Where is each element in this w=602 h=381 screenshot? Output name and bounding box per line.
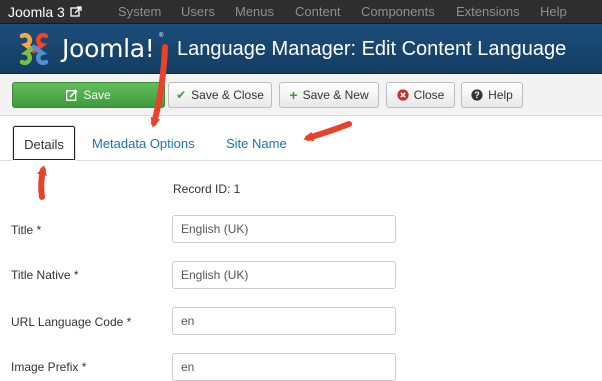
- site-brand-link[interactable]: Joomla 3: [8, 3, 82, 21]
- menu-system[interactable]: System: [118, 4, 161, 19]
- close-button[interactable]: Close: [386, 82, 455, 108]
- tab-bar: Details Metadata Options Site Name: [0, 116, 602, 161]
- checkmark-icon: ✔: [176, 88, 187, 102]
- menu-menus[interactable]: Menus: [235, 4, 274, 19]
- title-label: Title *: [11, 223, 42, 237]
- admin-menu-bar: Joomla 3 System Users Menus Content Comp…: [0, 0, 602, 24]
- save-new-button[interactable]: + Save & New: [279, 82, 379, 108]
- joomla-logo-icon: [19, 32, 49, 66]
- tab-site-name[interactable]: Site Name: [226, 125, 287, 161]
- logo-wordmark: Joomla!: [62, 34, 155, 63]
- close-circle-icon: [397, 89, 409, 101]
- title-native-input[interactable]: [172, 261, 396, 289]
- record-id: Record ID: 1: [173, 182, 241, 196]
- menu-users[interactable]: Users: [181, 4, 215, 19]
- arrow-to-details-tab: [37, 165, 47, 200]
- logo-registered-mark: ®: [159, 33, 164, 39]
- svg-text:?: ?: [474, 90, 480, 100]
- external-link-icon: [70, 6, 82, 17]
- joomla-logo: Joomla! ®: [10, 32, 170, 66]
- url-language-code-input[interactable]: [172, 307, 396, 335]
- image-prefix-label: Image Prefix *: [11, 360, 87, 374]
- question-circle-icon: ?: [471, 89, 483, 101]
- help-button[interactable]: ? Help: [461, 82, 523, 108]
- save-close-label: Save & Close: [191, 88, 264, 102]
- edit-icon: [66, 89, 78, 101]
- menu-extensions[interactable]: Extensions: [456, 4, 520, 19]
- close-label: Close: [413, 88, 445, 102]
- action-toolbar: Save ✔ Save & Close + Save & New Close ?…: [0, 74, 602, 116]
- save-close-button[interactable]: ✔ Save & Close: [168, 82, 272, 108]
- brand-label: Joomla 3: [8, 4, 65, 20]
- image-prefix-input[interactable]: [172, 353, 396, 381]
- url-language-code-label: URL Language Code *: [11, 315, 132, 329]
- tab-divider: [0, 160, 602, 161]
- tab-details[interactable]: Details: [12, 125, 76, 161]
- plus-icon: +: [289, 87, 298, 103]
- save-new-label: Save & New: [302, 88, 369, 102]
- title-input[interactable]: [172, 215, 396, 243]
- tab-metadata-options[interactable]: Metadata Options: [92, 125, 195, 161]
- page-header: Joomla! ® Language Manager: Edit Content…: [0, 24, 602, 74]
- menu-components[interactable]: Components: [361, 4, 435, 19]
- save-button[interactable]: Save: [12, 82, 165, 108]
- page: Joomla 3 System Users Menus Content Comp…: [0, 0, 602, 381]
- menu-help[interactable]: Help: [540, 4, 567, 19]
- page-title: Language Manager: Edit Content Language: [177, 38, 567, 60]
- help-label: Help: [488, 88, 513, 102]
- title-native-label: Title Native *: [11, 268, 79, 282]
- save-label: Save: [83, 88, 111, 102]
- menu-content[interactable]: Content: [295, 4, 341, 19]
